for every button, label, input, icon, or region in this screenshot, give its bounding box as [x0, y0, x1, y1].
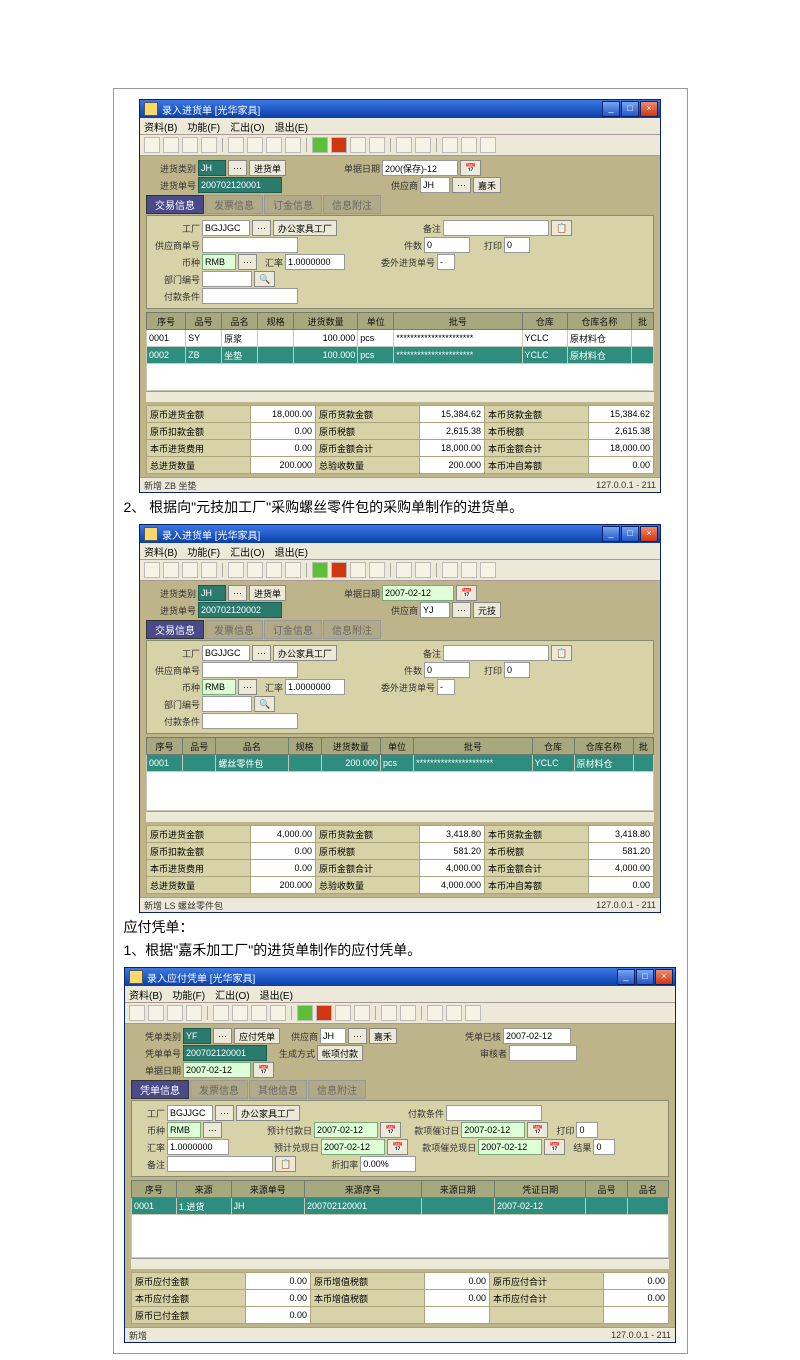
scrollbar[interactable] — [131, 1258, 669, 1269]
lookup-button[interactable]: ··· — [252, 220, 271, 236]
status-left: 新增 ZB 坐垫 — [144, 479, 197, 492]
close-button[interactable]: × — [655, 969, 673, 985]
tool-icon[interactable] — [480, 137, 496, 153]
maximize-button[interactable]: □ — [621, 526, 639, 542]
nav-first-icon[interactable] — [228, 137, 244, 153]
supplier-field[interactable]: JH — [420, 177, 450, 193]
calendar-icon[interactable]: 📅 — [253, 1062, 274, 1078]
table-row: 0002ZB坐垫 100.000pcs ********************… — [147, 347, 654, 364]
calendar-icon[interactable]: 📅 — [460, 160, 481, 176]
close-button[interactable]: × — [640, 101, 658, 117]
calendar-icon[interactable]: 📅 — [544, 1139, 565, 1155]
cancel-icon[interactable] — [331, 137, 347, 153]
tool-icon[interactable] — [415, 137, 431, 153]
date-field[interactable]: 200(保存)-12 — [382, 160, 458, 176]
menu-item[interactable]: 汇出(O) — [230, 119, 264, 134]
app-icon — [144, 102, 158, 116]
tab-deposit[interactable]: 订金信息 — [264, 195, 322, 214]
date-label: 单据日期 — [330, 162, 380, 175]
cancel-icon[interactable] — [316, 1005, 332, 1021]
docnum-field[interactable]: 200702120001 — [198, 177, 282, 193]
lookup-button[interactable]: ··· — [238, 254, 257, 270]
tool-icon[interactable] — [163, 137, 179, 153]
nav-next-icon[interactable] — [266, 137, 282, 153]
items-grid[interactable]: 序号品号品名 规格进货数量单位 批号仓库仓库名称批 0001SY原浆 100.0… — [146, 312, 654, 391]
nav-prev-icon[interactable] — [247, 137, 263, 153]
menu-item[interactable]: 退出(E) — [275, 119, 308, 134]
tool-icon[interactable] — [182, 137, 198, 153]
scrollbar[interactable] — [146, 391, 654, 402]
tab-transaction[interactable]: 交易信息 — [146, 195, 204, 214]
tool-icon[interactable] — [350, 137, 366, 153]
items-grid[interactable]: 序号品号品名 规格进货数量单位 批号仓库仓库名称批 0001螺丝零件包 200.… — [146, 737, 654, 811]
supplier-label: 供应商 — [368, 179, 418, 192]
confirm-icon[interactable] — [312, 137, 328, 153]
nav-last-icon[interactable] — [285, 137, 301, 153]
minimize-button[interactable]: _ — [617, 969, 635, 985]
table-row: 0001SY原浆 100.000pcs ********************… — [147, 330, 654, 347]
menu-item[interactable]: 功能(F) — [187, 119, 220, 134]
tool-icon[interactable] — [461, 137, 477, 153]
tab-invoice[interactable]: 发票信息 — [205, 195, 263, 214]
cancel-icon[interactable] — [331, 562, 347, 578]
cat-label: 进货类别 — [146, 162, 196, 175]
minimize-button[interactable]: _ — [602, 101, 620, 117]
confirm-icon[interactable] — [312, 562, 328, 578]
calendar-icon[interactable]: 📅 — [527, 1122, 548, 1138]
table-row: 0001螺丝零件包 200.000pcs *******************… — [147, 755, 654, 772]
document-text: 应付凭单： — [124, 917, 679, 938]
tool-icon[interactable] — [144, 137, 160, 153]
cat-field[interactable]: JH — [198, 160, 226, 176]
tool-icon[interactable] — [396, 137, 412, 153]
document-text: 2、 根据向"元技加工厂"采购螺丝零件包的采购单制作的进货单。 — [124, 497, 679, 518]
lookup-button[interactable]: ··· — [228, 160, 247, 176]
calendar-icon[interactable]: 📅 — [387, 1139, 408, 1155]
lookup-button[interactable]: 📋 — [551, 220, 572, 236]
doc-type-button[interactable]: 进货单 — [249, 160, 286, 176]
menu-item[interactable]: 资料(B) — [144, 119, 177, 134]
lookup-button[interactable]: ··· — [452, 177, 471, 193]
supplier-name: 嘉禾 — [473, 177, 501, 193]
close-button[interactable]: × — [640, 526, 658, 542]
screenshot-3: 录入应付凭单 [光华家具] _ □ × 资料(B) 功能(F) 汇出(O) 退出… — [124, 967, 676, 1343]
document-text: 1、根据"嘉禾加工厂"的进货单制作的应付凭单。 — [124, 940, 679, 961]
window-title: 录入进货单 [光华家具] — [162, 527, 260, 542]
tool-icon[interactable] — [442, 137, 458, 153]
docnum-label: 进货单号 — [146, 179, 196, 192]
window-title: 录入应付凭单 [光华家具] — [147, 970, 255, 985]
tab-notes[interactable]: 信息附注 — [323, 195, 381, 214]
toolbar — [140, 135, 660, 156]
items-grid[interactable]: 序号来源来源单号 来源序号来源日期凭证日期 品号品名 00011.进货 JH 2… — [131, 1180, 669, 1258]
minimize-button[interactable]: _ — [602, 526, 620, 542]
app-icon — [129, 970, 143, 984]
maximize-button[interactable]: □ — [636, 969, 654, 985]
tool-icon[interactable] — [201, 137, 217, 153]
tool-icon[interactable] — [369, 137, 385, 153]
menu-bar: 资料(B) 功能(F) 汇出(O) 退出(E) — [140, 118, 660, 135]
app-icon — [144, 527, 158, 541]
totals-grid: 原币进货金额18,000.00 原币货款金额15,384.62 本币货款金额15… — [146, 405, 654, 474]
calendar-icon[interactable]: 📅 — [380, 1122, 401, 1138]
calendar-icon[interactable]: 📅 — [456, 585, 477, 601]
screenshot-1: 录入进货单 [光华家具] _ □ × 资料(B) 功能(F) 汇出(O) 退出(… — [139, 99, 661, 493]
table-row: 00011.进货 JH 200702120001 2007-02-12 — [132, 1198, 669, 1215]
window-title: 录入进货单 [光华家具] — [162, 102, 260, 117]
screenshot-2: 录入进货单 [光华家具] _ □ × 资料(B) 功能(F) 汇出(O) 退出(… — [139, 524, 661, 913]
scrollbar[interactable] — [146, 811, 654, 822]
status-right: 127.0.0.1 - 211 — [596, 480, 656, 490]
title-bar: 录入进货单 [光华家具] _ □ × — [140, 100, 660, 118]
maximize-button[interactable]: □ — [621, 101, 639, 117]
lookup-button[interactable]: 🔍 — [254, 271, 275, 287]
confirm-icon[interactable] — [297, 1005, 313, 1021]
